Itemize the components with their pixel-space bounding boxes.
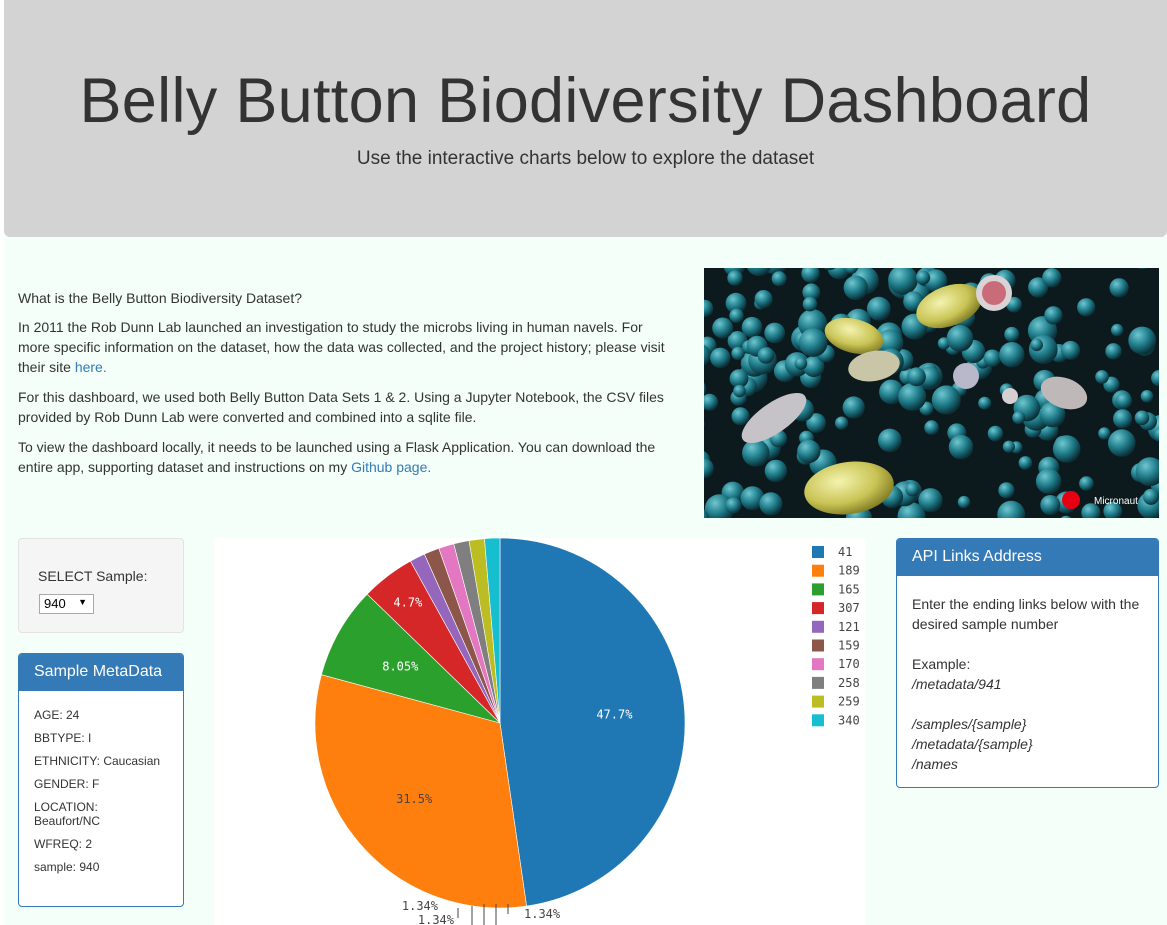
metadata-panel-title: Sample MetaData (19, 654, 183, 691)
metadata-location: LOCATION: Beaufort/NC (34, 800, 101, 828)
pie-slice-41[interactable] (499, 538, 686, 907)
api-route-samples: /samples/{sample} (912, 716, 1027, 732)
api-links-panel: API Links Address Enter the ending links… (896, 538, 1159, 788)
sample-selector-well: SELECT Sample: 940 ▼ (18, 538, 184, 633)
api-example-label: Example: (912, 656, 971, 672)
metadata-age: AGE: 24 (34, 708, 80, 722)
metadata-panel-body: AGE: 24 BBTYPE: I ETHNICITY: Caucasian G… (19, 691, 183, 874)
intro-text-3: To view the dashboard locally, it needs … (18, 439, 656, 475)
legend-label-165[interactable]: 165 (838, 582, 860, 596)
legend-swatch-307[interactable] (812, 602, 824, 615)
microbes-image: Micronaut (704, 268, 1159, 518)
legend-swatch-258[interactable] (812, 676, 824, 689)
dataset-site-link[interactable]: here. (75, 359, 107, 375)
legend-label-258[interactable]: 258 (838, 676, 860, 690)
api-route-names: /names (912, 756, 958, 772)
pie-label-165: 8.05% (382, 659, 419, 673)
chevron-down-icon: ▼ (78, 597, 87, 607)
metadata-ethnicity: ETHNICITY: Caucasian (34, 754, 161, 768)
page-title: Belly Button Biodiversity Dashboard (79, 66, 1092, 136)
pie-label-41: 47.7% (596, 708, 633, 722)
intro-paragraph-1: In 2011 the Rob Dunn Lab launched an inv… (18, 317, 678, 377)
api-route-metadata: /metadata/{sample} (912, 736, 1033, 752)
legend-swatch-121[interactable] (812, 620, 824, 633)
pie-label-307: 4.7% (393, 595, 423, 609)
pie-label-340: 1.34% (524, 907, 561, 921)
legend-label-259[interactable]: 259 (838, 695, 860, 709)
legend-swatch-170[interactable] (812, 658, 824, 671)
legend-label-307[interactable]: 307 (838, 601, 860, 615)
legend-swatch-159[interactable] (812, 639, 824, 652)
intro-paragraph-2: For this dashboard, we used both Belly B… (18, 389, 664, 425)
legend-label-189[interactable]: 189 (838, 564, 860, 578)
legend-label-340[interactable]: 340 (838, 713, 860, 727)
intro-section: What is the Belly Button Biodiversity Da… (18, 288, 678, 487)
pie-label-159: 1.34% (418, 913, 455, 925)
legend-label-159[interactable]: 159 (838, 639, 860, 653)
header-banner: Belly Button Biodiversity Dashboard Use … (4, 0, 1167, 237)
metadata-bbtype: BBTYPE: I (34, 731, 92, 745)
pie-chart[interactable]: 47.7%31.5%8.05%4.7%1.34%1.34% 1.34%411891… (214, 538, 866, 925)
api-panel-body: Enter the ending links below with the de… (897, 576, 1158, 774)
api-panel-title: API Links Address (897, 539, 1158, 576)
sample-select-dropdown[interactable]: 940 ▼ (39, 594, 94, 614)
sample-metadata-panel: Sample MetaData AGE: 24 BBTYPE: I ETHNIC… (18, 653, 184, 907)
pie-label-189: 31.5% (396, 792, 433, 806)
legend-label-121[interactable]: 121 (838, 620, 860, 634)
microbe-illustration-icon: Micronaut (704, 268, 1159, 518)
select-sample-label: SELECT Sample: (38, 568, 148, 584)
legend-label-41[interactable]: 41 (838, 545, 852, 559)
intro-paragraph-3: To view the dashboard locally, it needs … (18, 437, 678, 477)
metadata-gender: GENDER: F (34, 777, 100, 791)
legend-swatch-165[interactable] (812, 583, 824, 596)
legend-label-170[interactable]: 170 (838, 657, 860, 671)
image-watermark: Micronaut (1094, 496, 1138, 507)
metadata-sample: sample: 940 (34, 860, 100, 874)
legend-swatch-340[interactable] (812, 714, 824, 727)
legend-swatch-259[interactable] (812, 695, 824, 708)
intro-text-1: In 2011 the Rob Dunn Lab launched an inv… (18, 319, 665, 375)
metadata-wfreq: WFREQ: 2 (34, 837, 93, 851)
selected-sample-value: 940 (44, 596, 66, 611)
intro-heading: What is the Belly Button Biodiversity Da… (18, 290, 303, 306)
pie-label-121: 1.34% (402, 899, 439, 913)
api-instructions: Enter the ending links below with the de… (912, 596, 1140, 632)
api-example-route: /metadata/941 (912, 676, 1002, 692)
github-link[interactable]: Github page. (351, 459, 431, 475)
page-subtitle: Use the interactive charts below to expl… (356, 148, 815, 169)
pie-chart-container[interactable]: 47.7% 31.5% 8.05% 4.7% 1.34% 1.34% 1.34% 41 189 1… (214, 538, 866, 925)
legend-swatch-189[interactable] (812, 564, 824, 577)
legend-swatch-41[interactable] (812, 546, 824, 558)
